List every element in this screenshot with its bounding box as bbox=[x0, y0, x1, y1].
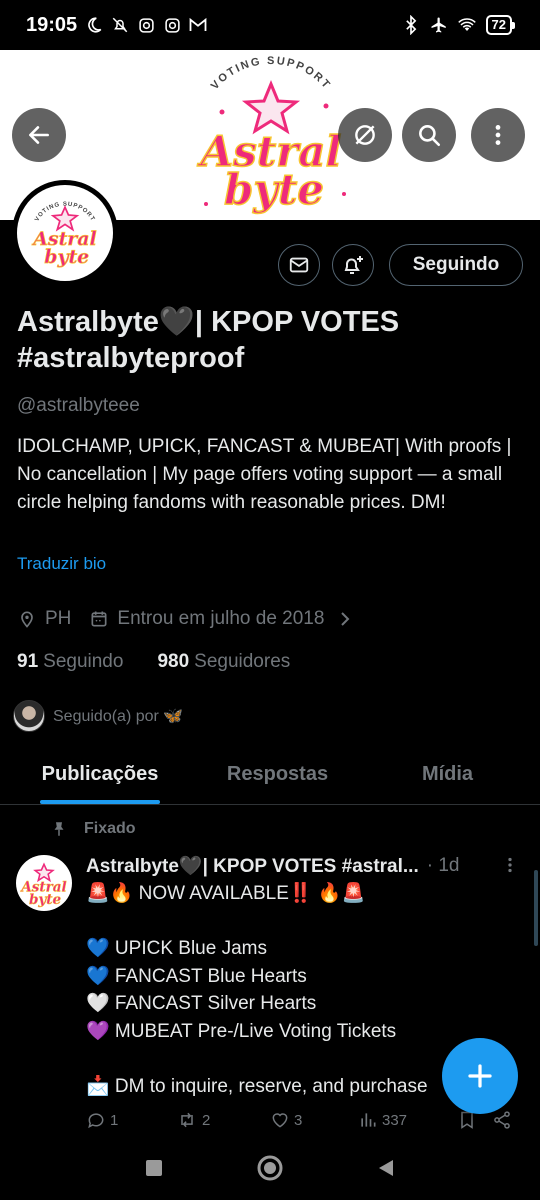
heart-icon bbox=[272, 1113, 288, 1128]
profile-tabs: Publicações Respostas Mídia bbox=[0, 745, 540, 805]
following-count: 91 bbox=[17, 651, 39, 672]
back-nav-button[interactable] bbox=[368, 1150, 404, 1186]
search-icon bbox=[419, 125, 441, 147]
like-count: 3 bbox=[294, 1111, 303, 1129]
airplane-icon bbox=[430, 16, 448, 34]
translate-bio-link[interactable]: Traduzir bio bbox=[17, 554, 106, 574]
instagram-icon bbox=[137, 16, 155, 34]
analytics-icon bbox=[361, 1113, 376, 1127]
status-bar: 19:05 72 bbox=[0, 0, 540, 50]
followers-count-link[interactable]: 980 Seguidores bbox=[157, 651, 290, 673]
share-button[interactable] bbox=[492, 1110, 512, 1130]
tab-media[interactable]: Mídia bbox=[355, 745, 540, 804]
more-vertical-icon bbox=[495, 125, 501, 145]
tab-posts-label: Publicações bbox=[41, 763, 159, 785]
message-button[interactable] bbox=[278, 244, 320, 286]
home-button[interactable] bbox=[252, 1150, 288, 1186]
profile-location: PH bbox=[45, 608, 72, 629]
more-vertical-icon bbox=[508, 857, 512, 873]
avatar-logo: VOTING SUPPORT Astral byte bbox=[31, 202, 97, 269]
recents-button[interactable] bbox=[136, 1150, 172, 1186]
followers-count: 980 bbox=[157, 651, 190, 672]
tab-media-label: Mídia bbox=[421, 763, 474, 785]
moon-icon bbox=[85, 16, 103, 34]
followed-by-text: Seguido(a) por 🦋 bbox=[53, 708, 184, 725]
grok-button[interactable] bbox=[338, 108, 392, 162]
post-timestamp[interactable]: · 1d bbox=[427, 855, 460, 877]
circle-home-icon bbox=[257, 1155, 283, 1181]
followed-by-row[interactable]: Seguido(a) por 🦋 bbox=[13, 700, 183, 732]
arrow-left-icon bbox=[29, 126, 49, 144]
compose-button[interactable] bbox=[442, 1038, 518, 1114]
more-options-button[interactable] bbox=[471, 108, 525, 162]
following-button[interactable]: Seguindo bbox=[389, 244, 523, 286]
like-button[interactable]: 3 bbox=[270, 1110, 358, 1130]
tab-replies-label: Respostas bbox=[226, 763, 329, 785]
notifications-button[interactable] bbox=[332, 244, 374, 286]
tab-posts[interactable]: Publicações bbox=[0, 745, 200, 804]
post-header: Astralbyte🖤| KPOP VOTES #astral... · 1d bbox=[86, 854, 516, 878]
reply-button[interactable]: 1 bbox=[86, 1110, 176, 1130]
repost-icon bbox=[181, 1112, 193, 1128]
logo-text-byte: byte bbox=[224, 165, 324, 214]
envelope-icon bbox=[289, 257, 309, 273]
reply-icon bbox=[88, 1113, 104, 1129]
mute-icon bbox=[111, 16, 129, 34]
search-button[interactable] bbox=[402, 108, 456, 162]
bell-plus-icon bbox=[344, 256, 363, 274]
profile-name: Astralbyte🖤| KPOP VOTES #astralbyteproof bbox=[17, 306, 400, 374]
post-avatar-text-byte: byte bbox=[29, 892, 62, 908]
profile-avatar[interactable]: VOTING SUPPORT Astral byte bbox=[12, 180, 118, 286]
pinned-indicator: Fixado bbox=[50, 820, 136, 838]
wifi-icon bbox=[457, 16, 476, 34]
followers-label: Seguidores bbox=[194, 651, 291, 672]
views-button[interactable]: 337 bbox=[358, 1110, 458, 1130]
gmail-icon bbox=[189, 16, 207, 34]
reply-count: 1 bbox=[110, 1111, 119, 1129]
pinned-label: Fixado bbox=[84, 820, 136, 837]
repost-count: 2 bbox=[202, 1111, 211, 1129]
system-nav-bar bbox=[0, 1136, 540, 1200]
profile-meta: PH Entrou em julho de 2018 bbox=[17, 608, 352, 630]
location-icon bbox=[17, 609, 37, 629]
tab-replies[interactable]: Respostas bbox=[200, 745, 355, 804]
post-more-button[interactable] bbox=[502, 854, 518, 881]
bluetooth-icon bbox=[402, 15, 420, 35]
profile-handle: @astralbyteee bbox=[17, 395, 140, 416]
mutual-follower-avatar bbox=[13, 700, 45, 732]
follow-counts: 91 Seguindo 980 Seguidores bbox=[17, 651, 290, 673]
profile-joined-date: Entrou em julho de 2018 bbox=[117, 608, 325, 629]
status-time: 19:05 bbox=[26, 13, 78, 36]
post-author-name[interactable]: Astralbyte🖤| KPOP VOTES #astral... bbox=[86, 854, 419, 878]
instagram-icon bbox=[163, 16, 181, 34]
avatar-text-byte: byte bbox=[44, 246, 89, 268]
calendar-icon bbox=[89, 609, 109, 629]
view-count: 337 bbox=[382, 1111, 408, 1129]
grok-icon bbox=[355, 125, 375, 145]
post-actions: 1 2 3 337 bbox=[86, 1110, 520, 1130]
triangle-back-icon bbox=[379, 1160, 393, 1176]
profile-bio: IDOLCHAMP, UPICK, FANCAST & MUBEAT| With… bbox=[17, 436, 512, 513]
following-label: Seguindo bbox=[43, 651, 124, 672]
pin-icon bbox=[54, 822, 64, 836]
following-count-link[interactable]: 91 Seguindo bbox=[17, 651, 123, 673]
repost-button[interactable]: 2 bbox=[176, 1110, 270, 1130]
square-icon bbox=[146, 1160, 162, 1176]
post-avatar-logo: Astral byte bbox=[19, 862, 67, 908]
chevron-right-icon[interactable] bbox=[338, 611, 352, 627]
battery-icon: 72 bbox=[485, 15, 516, 35]
share-icon bbox=[494, 1111, 510, 1129]
plus-icon bbox=[468, 1064, 492, 1088]
post-avatar[interactable]: Astral byte bbox=[16, 855, 72, 911]
back-button[interactable] bbox=[12, 108, 66, 162]
active-tab-indicator bbox=[40, 800, 160, 804]
scrollbar[interactable] bbox=[534, 870, 538, 946]
